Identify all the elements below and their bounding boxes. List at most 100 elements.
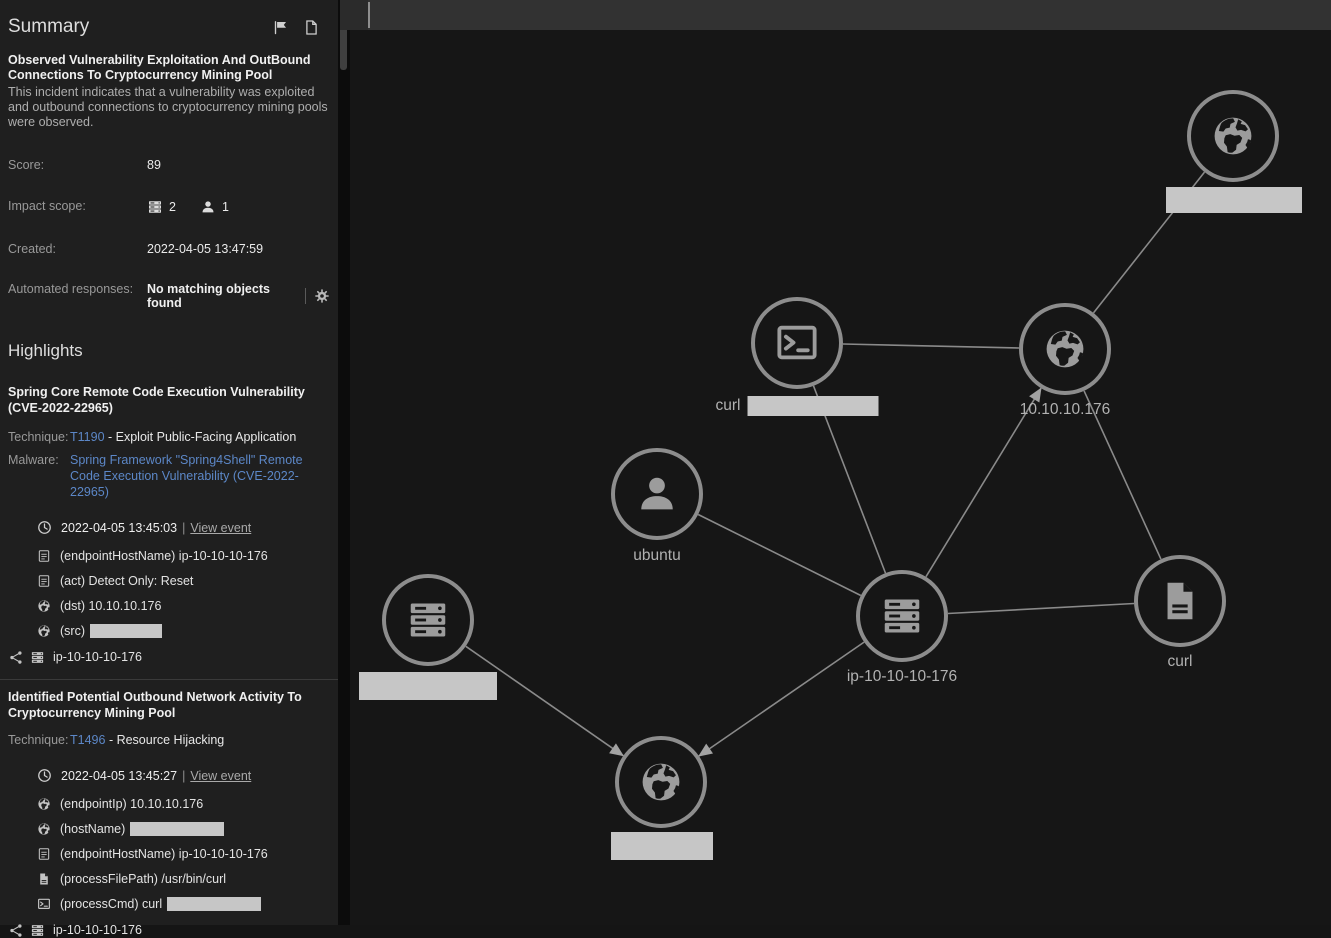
created-label: Created: (8, 242, 147, 256)
redacted-node-label (1166, 187, 1302, 213)
malware-row: Malware: Spring Framework "Spring4Shell"… (8, 452, 330, 500)
malware-label: Malware: (8, 452, 70, 500)
globe-icon (37, 624, 51, 638)
graph-node-user-ubuntu[interactable] (611, 448, 703, 540)
view-event-link[interactable]: View event (190, 521, 251, 535)
event-attribute-text: (endpointHostName) ip-10-10-10-176 (60, 549, 268, 563)
malware-link[interactable]: Spring Framework "Spring4Shell" Remote C… (70, 453, 303, 499)
server-icon (405, 597, 451, 643)
highlight-section-1: Spring Core Remote Code Execution Vulner… (8, 385, 330, 665)
highlight-title: Spring Core Remote Code Execution Vulner… (8, 385, 328, 416)
view-event-link[interactable]: View event (190, 769, 251, 783)
value-divider (305, 288, 306, 304)
graph-toolbar (340, 0, 1331, 30)
highlight-title: Identified Potential Outbound Network Ac… (8, 690, 328, 721)
event-attribute-text: (act) Detect Only: Reset (60, 574, 193, 588)
separator: | (182, 769, 185, 783)
incident-description: This incident indicates that a vulnerabi… (8, 85, 330, 129)
technique-row: Technique: T1190 - Exploit Public-Facing… (8, 429, 330, 445)
node-label-file-curl: curl (1168, 653, 1193, 671)
event-attribute-row: (processCmd) curl (8, 896, 330, 911)
event-attribute-row: (endpointIp) 10.10.10.176 (8, 796, 330, 811)
score-value: 89 (147, 158, 161, 172)
automated-responses-label: Automated responses: (8, 282, 147, 296)
created-row: Created: 2022-04-05 13:47:59 (8, 242, 330, 256)
globe-icon (1042, 326, 1088, 372)
note-icon (37, 549, 51, 563)
event-attribute-row: (dst) 10.10.10.176 (8, 598, 330, 613)
redacted-node-label (359, 672, 497, 700)
graph-node-external-destination-top[interactable] (1187, 90, 1279, 182)
toolbar-divider (368, 2, 370, 28)
affected-entity-row: ip-10-10-10-176 (8, 649, 330, 665)
server-icon (147, 199, 163, 215)
graph-node-external-destination-bottom[interactable] (615, 736, 707, 828)
terminal-icon (774, 320, 820, 366)
redacted-value (167, 897, 261, 911)
sidebar-scrollbar[interactable] (338, 0, 350, 925)
globe-icon (638, 759, 684, 805)
redacted-value (130, 822, 224, 836)
event-attribute-text: (processCmd) curl (60, 897, 162, 911)
event-attribute-text: (src) (60, 624, 85, 638)
node-label-host: ip-10-10-10-176 (847, 668, 957, 686)
technique-name: - Exploit Public-Facing Application (108, 430, 296, 444)
technique-name: - Resource Hijacking (109, 733, 224, 747)
event-attribute-text: (hostName) (60, 822, 125, 836)
event-attribute-text: (dst) 10.10.10.176 (60, 599, 161, 613)
graph-node-host-ip-10-10-10-176[interactable] (856, 570, 948, 662)
event-timestamp-row: 2022-04-05 13:45:03 | View event (8, 517, 330, 538)
clock-icon (37, 768, 52, 783)
clock-icon (37, 520, 52, 535)
impact-scope-row: Impact scope: 2 1 (8, 199, 330, 215)
highlight-section-2: Identified Potential Outbound Network Ac… (8, 690, 330, 938)
technique-link[interactable]: T1190 (70, 430, 105, 444)
file-icon (1157, 578, 1203, 624)
incident-graph-canvas[interactable] (350, 0, 1331, 925)
event-attribute-row: (endpointHostName) ip-10-10-10-176 (8, 548, 330, 563)
impact-accounts-count: 1 (222, 200, 229, 214)
summary-panel: Summary Observed Vulnerability Exploitat… (0, 0, 338, 925)
node-label-text: curl (716, 397, 741, 415)
gear-icon[interactable] (314, 288, 330, 304)
automated-responses-row: Automated responses: No matching objects… (8, 282, 330, 310)
event-attribute-row: (processFilePath) /usr/bin/curl (8, 871, 330, 886)
graph-toolbar-button[interactable] (340, 0, 368, 30)
report-icon[interactable] (303, 19, 320, 36)
node-label-process-curl: curl (716, 396, 879, 416)
technique-label: Technique: (8, 429, 70, 445)
server-icon (30, 650, 45, 665)
event-timestamp: 2022-04-05 13:45:27 (61, 769, 177, 783)
separator: | (182, 521, 185, 535)
redacted-value (90, 624, 162, 638)
file-icon (37, 872, 51, 886)
section-divider (0, 679, 338, 680)
graph-node-file-curl[interactable] (1134, 555, 1226, 647)
incident-title: Observed Vulnerability Exploitation And … (8, 53, 330, 83)
summary-header: Summary (8, 16, 330, 38)
automated-responses-value: No matching objects found (147, 282, 297, 310)
flag-icon[interactable] (272, 19, 289, 36)
globe-icon (37, 797, 51, 811)
event-timestamp-row: 2022-04-05 13:45:27 | View event (8, 765, 330, 786)
redacted-node-label (611, 832, 713, 860)
event-attribute-row: (src) (8, 623, 330, 638)
panel-title: Summary (8, 16, 272, 38)
note-icon (37, 847, 51, 861)
technique-link[interactable]: T1496 (70, 733, 105, 747)
globe-icon (37, 599, 51, 613)
node-label-ubuntu: ubuntu (633, 547, 680, 565)
affected-entity-name: ip-10-10-10-176 (53, 923, 142, 937)
graph-node-server-left[interactable] (382, 574, 474, 666)
globe-icon (37, 822, 51, 836)
score-row: Score: 89 (8, 158, 330, 172)
user-icon (634, 471, 680, 517)
redacted-node-label (747, 396, 878, 416)
terminal-icon (37, 897, 51, 911)
server-icon (879, 593, 925, 639)
score-label: Score: (8, 158, 147, 172)
graph-node-ip-10-10-10-176[interactable] (1019, 303, 1111, 395)
created-value: 2022-04-05 13:47:59 (147, 242, 263, 256)
graph-node-process-curl[interactable] (751, 297, 843, 389)
node-label-ip: 10.10.10.176 (1020, 401, 1111, 419)
